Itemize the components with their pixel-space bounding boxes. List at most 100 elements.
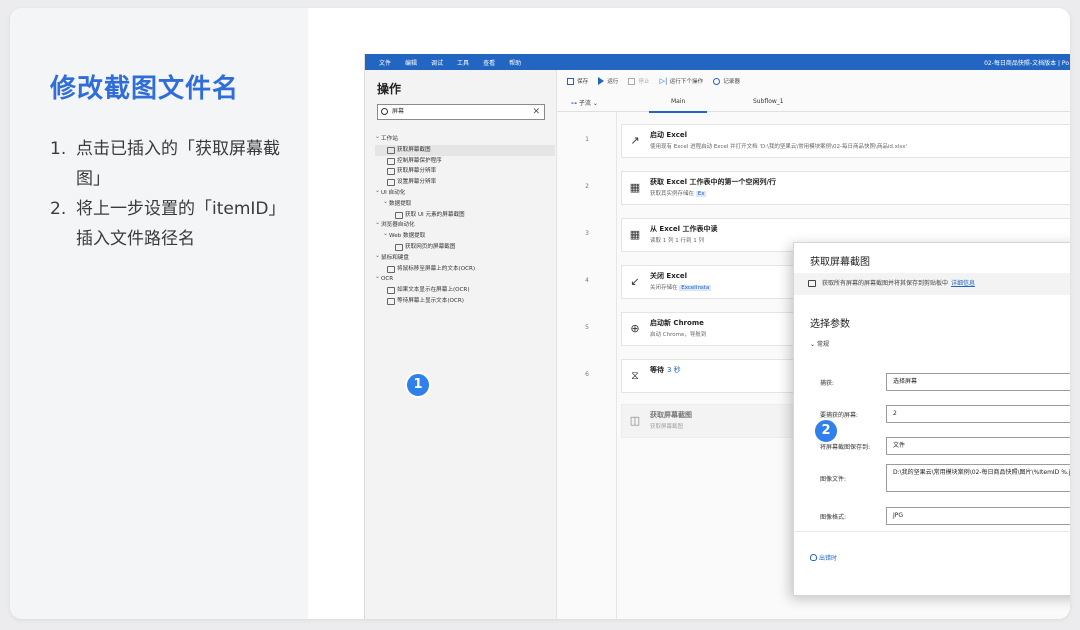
step-name-text: 启动新 Chrome (650, 319, 704, 327)
more-info-link[interactable]: 详细信息 (951, 280, 975, 287)
step-line-number: 3 (585, 230, 589, 237)
step-line-number: 5 (585, 324, 589, 331)
step-name: 关闭 Excel (650, 271, 687, 281)
tab-main[interactable]: Main (648, 98, 709, 113)
action-icon: ↙ (630, 275, 640, 288)
dialog-title: 获取屏幕截图 (810, 257, 870, 268)
step-name-text: 获取屏幕截图 (650, 411, 692, 419)
tree-category[interactable]: 浏览器自动化 (375, 218, 555, 231)
field-label: 捕获: (820, 380, 835, 387)
step-name: 获取 Excel 工作表中的第一个空闲列/行 (650, 177, 776, 187)
instruction-step: 1. 点击已插入的「获取屏幕截图」 (50, 134, 280, 194)
stop-icon (628, 77, 636, 85)
tree-subcategory[interactable]: 数据提取 (375, 197, 555, 210)
chevron-down-icon: ⌄ (810, 341, 817, 348)
callout-badge-2: 2 (813, 418, 839, 444)
subflow-icon: ⊶ (571, 100, 579, 107)
step-description-text: 启动 Chrome，导航到 (650, 332, 707, 338)
capture-select[interactable]: 选择屏幕 (886, 373, 1070, 391)
tree-action-item[interactable]: 控制屏幕保护程序 (375, 156, 555, 167)
step-description: 关闭存储在 ExcelInsta (650, 283, 712, 291)
menu-bar: 文件 编辑 调试 工具 查看 帮助 02-每日商品快照-文档版本 | Po (365, 54, 1070, 70)
action-icon: ▦ (629, 228, 641, 241)
search-icon (381, 108, 388, 115)
stop-button[interactable]: 停止 (628, 77, 650, 85)
instruction-panel: 修改截图文件名 1. 点击已插入的「获取屏幕截图」 2. 将上一步设置的「ite… (10, 8, 308, 619)
save-to-select[interactable]: 文件 (886, 437, 1070, 455)
image-format-select[interactable]: JPG (886, 507, 1070, 525)
menu-help[interactable]: 帮助 (509, 58, 521, 67)
save-label: 保存 (577, 79, 589, 85)
step-description-text: 关闭存储在 (650, 285, 680, 291)
play-icon (598, 77, 605, 85)
tree-action-item[interactable]: 获取屏幕分辨率 (375, 166, 555, 177)
screenshot-area: 文件 编辑 调试 工具 查看 帮助 02-每日商品快照-文档版本 | Po 操作… (308, 8, 1070, 619)
tree-action-item[interactable]: 获取 UI 元素的屏幕截图 (375, 210, 555, 221)
step-description: 获取屏幕截图 (650, 422, 683, 430)
tree-action-item[interactable]: 获取屏幕截图 (375, 144, 555, 156)
save-icon (567, 77, 574, 85)
general-label: 常规 (816, 341, 829, 348)
subflows-dropdown[interactable]: ⊶ 子流 ⌄ (571, 98, 598, 107)
screen-to-capture-input[interactable]: 2 (886, 405, 1070, 423)
stop-label: 停止 (638, 79, 650, 85)
menu-view[interactable]: 查看 (483, 58, 495, 67)
tab-subflow-1[interactable]: Subflow_1 (753, 98, 784, 105)
save-button[interactable]: 保存 (567, 77, 588, 85)
instruction-steps: 1. 点击已插入的「获取屏幕截图」 2. 将上一步设置的「itemID」插入文件… (50, 134, 280, 254)
step-text: 将上一步设置的「itemID」插入文件路径名 (76, 199, 278, 249)
run-next-button[interactable]: ▷| 运行下个操作 (660, 77, 704, 85)
recorder-button[interactable]: 记录器 (713, 77, 740, 85)
tree-category[interactable]: 鼠标和键盘 (375, 251, 555, 264)
step-number: 2. (50, 199, 67, 219)
step-description-text: 获取屏幕截图 (650, 424, 684, 430)
tree-subcategory[interactable]: Web 数据提取 (375, 229, 555, 242)
general-section-toggle[interactable]: ⌄ 常规 (810, 339, 829, 348)
tree-action-item[interactable]: 等待屏幕上显示文本(OCR) (375, 296, 555, 307)
parameters-heading: 选择参数 (810, 319, 850, 330)
action-icon: ↗ (630, 134, 640, 147)
flow-step[interactable]: ▦ 获取 Excel 工作表中的第一个空闲列/行 获取其实例存储在 Ex (621, 171, 1070, 205)
menu-debug[interactable]: 调试 (431, 58, 443, 67)
step-description-text: 读取 1 列 1 行到 1 列 (650, 238, 704, 244)
flow-step[interactable]: ↗ 启动 Excel 使用现有 Excel 进程启动 Excel 并打开文档 'D:… (621, 124, 1070, 158)
step-name-text: 启动 Excel (650, 131, 688, 139)
screenshot-icon (808, 280, 816, 287)
run-next-label: 运行下个操作 (669, 79, 704, 85)
run-button[interactable]: 运行 (598, 77, 618, 85)
step-name-text: 获取 Excel 工作表中的第一个空闲列/行 (650, 178, 777, 186)
tree-category[interactable]: UI 自动化 (375, 186, 555, 199)
on-error-label: 出错时 (819, 555, 838, 562)
step-name: 从 Excel 工作表中读 (650, 224, 717, 234)
variable-token: ExcelInsta (679, 285, 712, 291)
instruction-step: 2. 将上一步设置的「itemID」插入文件路径名 (50, 194, 280, 254)
field-label: 图像格式: (820, 514, 847, 521)
tree-category[interactable]: OCR (375, 272, 555, 285)
tree-category[interactable]: 工作站 (375, 132, 555, 145)
step-line-number: 4 (585, 277, 589, 284)
step-name: 启动 Excel (650, 130, 687, 140)
recorder-label: 记录器 (723, 79, 740, 85)
slide-card: 修改截图文件名 1. 点击已插入的「获取屏幕截图」 2. 将上一步设置的「ite… (10, 8, 1070, 619)
shield-icon (810, 554, 817, 561)
menu-tools[interactable]: 工具 (457, 58, 469, 67)
menu-edit[interactable]: 编辑 (405, 58, 417, 67)
tree-action-item[interactable]: 获取网页的屏幕截图 (375, 242, 555, 253)
get-screenshot-dialog: 获取屏幕截图 获取所有屏幕的屏幕截图并将其保存到剪贴板中 详细信息 选择参数 ⌄ … (793, 242, 1070, 596)
step-text: 点击已插入的「获取屏幕截图」 (76, 139, 280, 189)
menu-file[interactable]: 文件 (379, 58, 391, 67)
tree-action-item[interactable]: 将鼠标移至屏幕上的文本(OCR) (375, 264, 555, 275)
close-icon[interactable]: ✕ (532, 105, 540, 119)
actions-search-input[interactable]: 屏幕 ✕ (377, 104, 545, 120)
designer-toolbar: 保存 运行 停止 ▷| 运行下个操作 记录器 (557, 70, 1070, 92)
actions-title: 操作 (377, 82, 402, 96)
image-file-input[interactable]: D:\我的坚果云\常用模块案例\02-每日商品快照\图片\%ItemID %.j… (886, 464, 1070, 492)
tree-action-item[interactable]: 如果文本显示在屏幕上(OCR) (375, 285, 555, 296)
action-icon: ▦ (629, 181, 641, 194)
tree-action-item[interactable]: 设置屏幕分辨率 (375, 177, 555, 188)
step-line-number: 2 (585, 183, 589, 190)
dialog-info-text: 获取所有屏幕的屏幕截图并将其保存到剪贴板中 (822, 280, 949, 287)
step-name-text: 等待 (650, 366, 664, 374)
on-error-button[interactable]: 出错时 (810, 553, 837, 562)
actions-panel: 操作 屏幕 ✕ 工作站获取屏幕截图控制屏幕保护程序获取屏幕分辨率设置屏幕分辨率U… (365, 70, 557, 619)
